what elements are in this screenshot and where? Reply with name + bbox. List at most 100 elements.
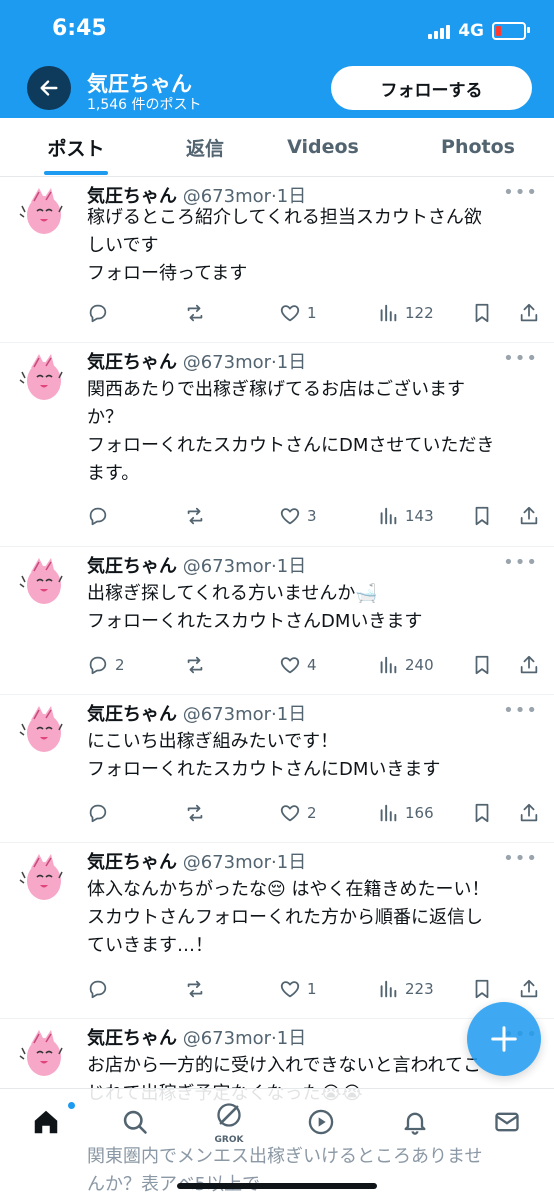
bookmark-button[interactable] [471, 503, 493, 529]
views-icon [380, 304, 397, 322]
post-count: 1,546 件のポスト [87, 97, 202, 113]
repost-button[interactable] [184, 503, 212, 529]
reply-button[interactable]: 2 [87, 652, 125, 678]
more-options-icon[interactable]: ••• [503, 348, 538, 369]
author-name[interactable]: 気圧ちゃん [87, 1028, 177, 1049]
post[interactable]: 気圧ちゃん @673mor·1日 ••• 関西あたりで出稼ぎ稼げてるお店はございます… [0, 342, 554, 547]
more-options-icon[interactable]: ••• [503, 552, 538, 573]
post-actions: 3 143 [87, 503, 542, 529]
more-options-icon[interactable]: ••• [503, 700, 538, 721]
like-button[interactable]: 3 [279, 503, 317, 529]
share-icon [520, 303, 538, 322]
tab-posts[interactable]: ポスト [22, 118, 130, 176]
bookmark-button[interactable] [471, 652, 493, 678]
post-text: 関西あたりで出稼ぎ稼げてるお店はございます か？ フォローくれたスカウトさんにDMさ… [87, 376, 539, 488]
post-text-line: スカウトさんフォローくれた方から順番に返信し [87, 907, 483, 928]
views-button[interactable]: 143 [377, 503, 434, 529]
grok-icon [217, 1103, 241, 1127]
battery-icon [492, 22, 530, 40]
avatar-image [13, 182, 71, 240]
heart-icon [280, 657, 300, 674]
reply-icon [89, 507, 107, 526]
share-button[interactable] [518, 300, 540, 326]
more-options-icon[interactable]: ••• [503, 182, 538, 203]
reply-button[interactable] [87, 300, 115, 326]
bookmark-icon [475, 506, 489, 526]
author-handle: @673mor [182, 556, 272, 577]
author-handle: @673mor [182, 852, 272, 873]
home-icon [34, 1110, 58, 1134]
next-post-preview: 関東圏内でメンエス出稼ぎいけるところありませ んか？表アベ5以上で [87, 1143, 539, 1199]
bookmark-button[interactable] [471, 800, 493, 826]
post-meta: 気圧ちゃん @673mor·1日 [87, 848, 306, 874]
post-actions: 1 122 [87, 300, 542, 326]
reply-button[interactable] [87, 503, 115, 529]
share-button[interactable] [518, 976, 540, 1002]
repost-button[interactable] [184, 652, 212, 678]
status-indicators: 4G [428, 18, 530, 44]
author-name[interactable]: 気圧ちゃん [87, 352, 177, 373]
back-button[interactable] [27, 66, 71, 110]
nav-home[interactable] [16, 1089, 76, 1155]
post[interactable]: 気圧ちゃん @673mor·1日 ••• 出稼ぎ探してくれる方いませんか🛁 フォローく… [0, 546, 554, 695]
avatar[interactable] [13, 848, 71, 906]
notification-dot [68, 1102, 75, 1109]
views-button[interactable]: 223 [377, 976, 434, 1002]
views-button[interactable]: 240 [377, 652, 434, 678]
bookmark-button[interactable] [471, 300, 493, 326]
post[interactable]: 気圧ちゃん @673mor·1日 ••• 稼げるところ紹介してくれる担当スカウトさん… [0, 176, 554, 343]
avatar[interactable] [13, 348, 71, 406]
signal-icon [428, 23, 451, 39]
post-text-line: ます。 [87, 463, 140, 484]
avatar[interactable] [13, 1024, 71, 1082]
author-name[interactable]: 気圧ちゃん [87, 556, 177, 577]
reply-count: 2 [115, 656, 125, 674]
reply-button[interactable] [87, 800, 115, 826]
repost-button[interactable] [184, 300, 212, 326]
avatar[interactable] [13, 552, 71, 610]
views-button[interactable]: 122 [377, 300, 434, 326]
post-meta: 気圧ちゃん @673mor·1日 [87, 552, 306, 578]
bell-icon [404, 1112, 426, 1135]
follow-button[interactable]: フォローする [331, 66, 532, 110]
repost-button[interactable] [184, 800, 212, 826]
post[interactable]: 気圧ちゃん @673mor·1日 ••• 体入なんかちがったな😔 はやく在籍きめたー… [0, 842, 554, 1019]
view-count: 166 [405, 804, 434, 822]
reply-button[interactable] [87, 976, 115, 1002]
like-button[interactable]: 2 [279, 800, 317, 826]
post-text: 体入なんかちがったな😔 はやく在籍きめたーい！ スカウトさんフォローくれた方から順… [87, 876, 539, 960]
share-button[interactable] [518, 652, 540, 678]
repost-icon [187, 656, 203, 674]
more-options-icon[interactable]: ••• [503, 848, 538, 869]
post-text-line: 出稼ぎ探してくれる方いませんか🛁 [87, 583, 378, 604]
views-icon [380, 656, 397, 674]
post-text-line: フォローくれたスカウトさんにDMさせていただき [87, 435, 495, 456]
avatar[interactable] [13, 182, 71, 240]
compose-button[interactable] [467, 1002, 541, 1076]
avatar-image [13, 552, 71, 610]
post-text-line: フォローくれたスカウトさんDMいきます [87, 611, 423, 632]
post-text: にこいち出稼ぎ組みたいです！ フォローくれたスカウトさんにDMいきます [87, 728, 539, 784]
views-button[interactable]: 166 [377, 800, 434, 826]
post-text-line: フォローくれたスカウトさんにDMいきます [87, 759, 441, 780]
like-count: 4 [307, 656, 317, 674]
repost-icon [187, 980, 203, 998]
profile-tabs: ポスト 返信 Videos Photos [0, 118, 554, 177]
share-button[interactable] [518, 800, 540, 826]
author-name[interactable]: 気圧ちゃん [87, 704, 177, 725]
like-button[interactable]: 4 [279, 652, 317, 678]
avatar[interactable] [13, 700, 71, 758]
repost-button[interactable] [184, 976, 212, 1002]
like-button[interactable]: 1 [279, 300, 317, 326]
share-button[interactable] [518, 503, 540, 529]
tab-videos[interactable]: Videos [272, 118, 374, 176]
post-text-line: か？ [87, 407, 123, 428]
post[interactable]: 気圧ちゃん @673mor·1日 ••• にこいち出稼ぎ組みたいです！ フォローくれた… [0, 694, 554, 843]
like-button[interactable]: 1 [279, 976, 317, 1002]
repost-icon [187, 804, 203, 822]
bookmark-button[interactable] [471, 976, 493, 1002]
author-name[interactable]: 気圧ちゃん [87, 852, 177, 873]
tab-replies[interactable]: 返信 [158, 118, 252, 176]
bookmark-icon [475, 303, 489, 323]
tab-photos[interactable]: Photos [420, 118, 536, 176]
